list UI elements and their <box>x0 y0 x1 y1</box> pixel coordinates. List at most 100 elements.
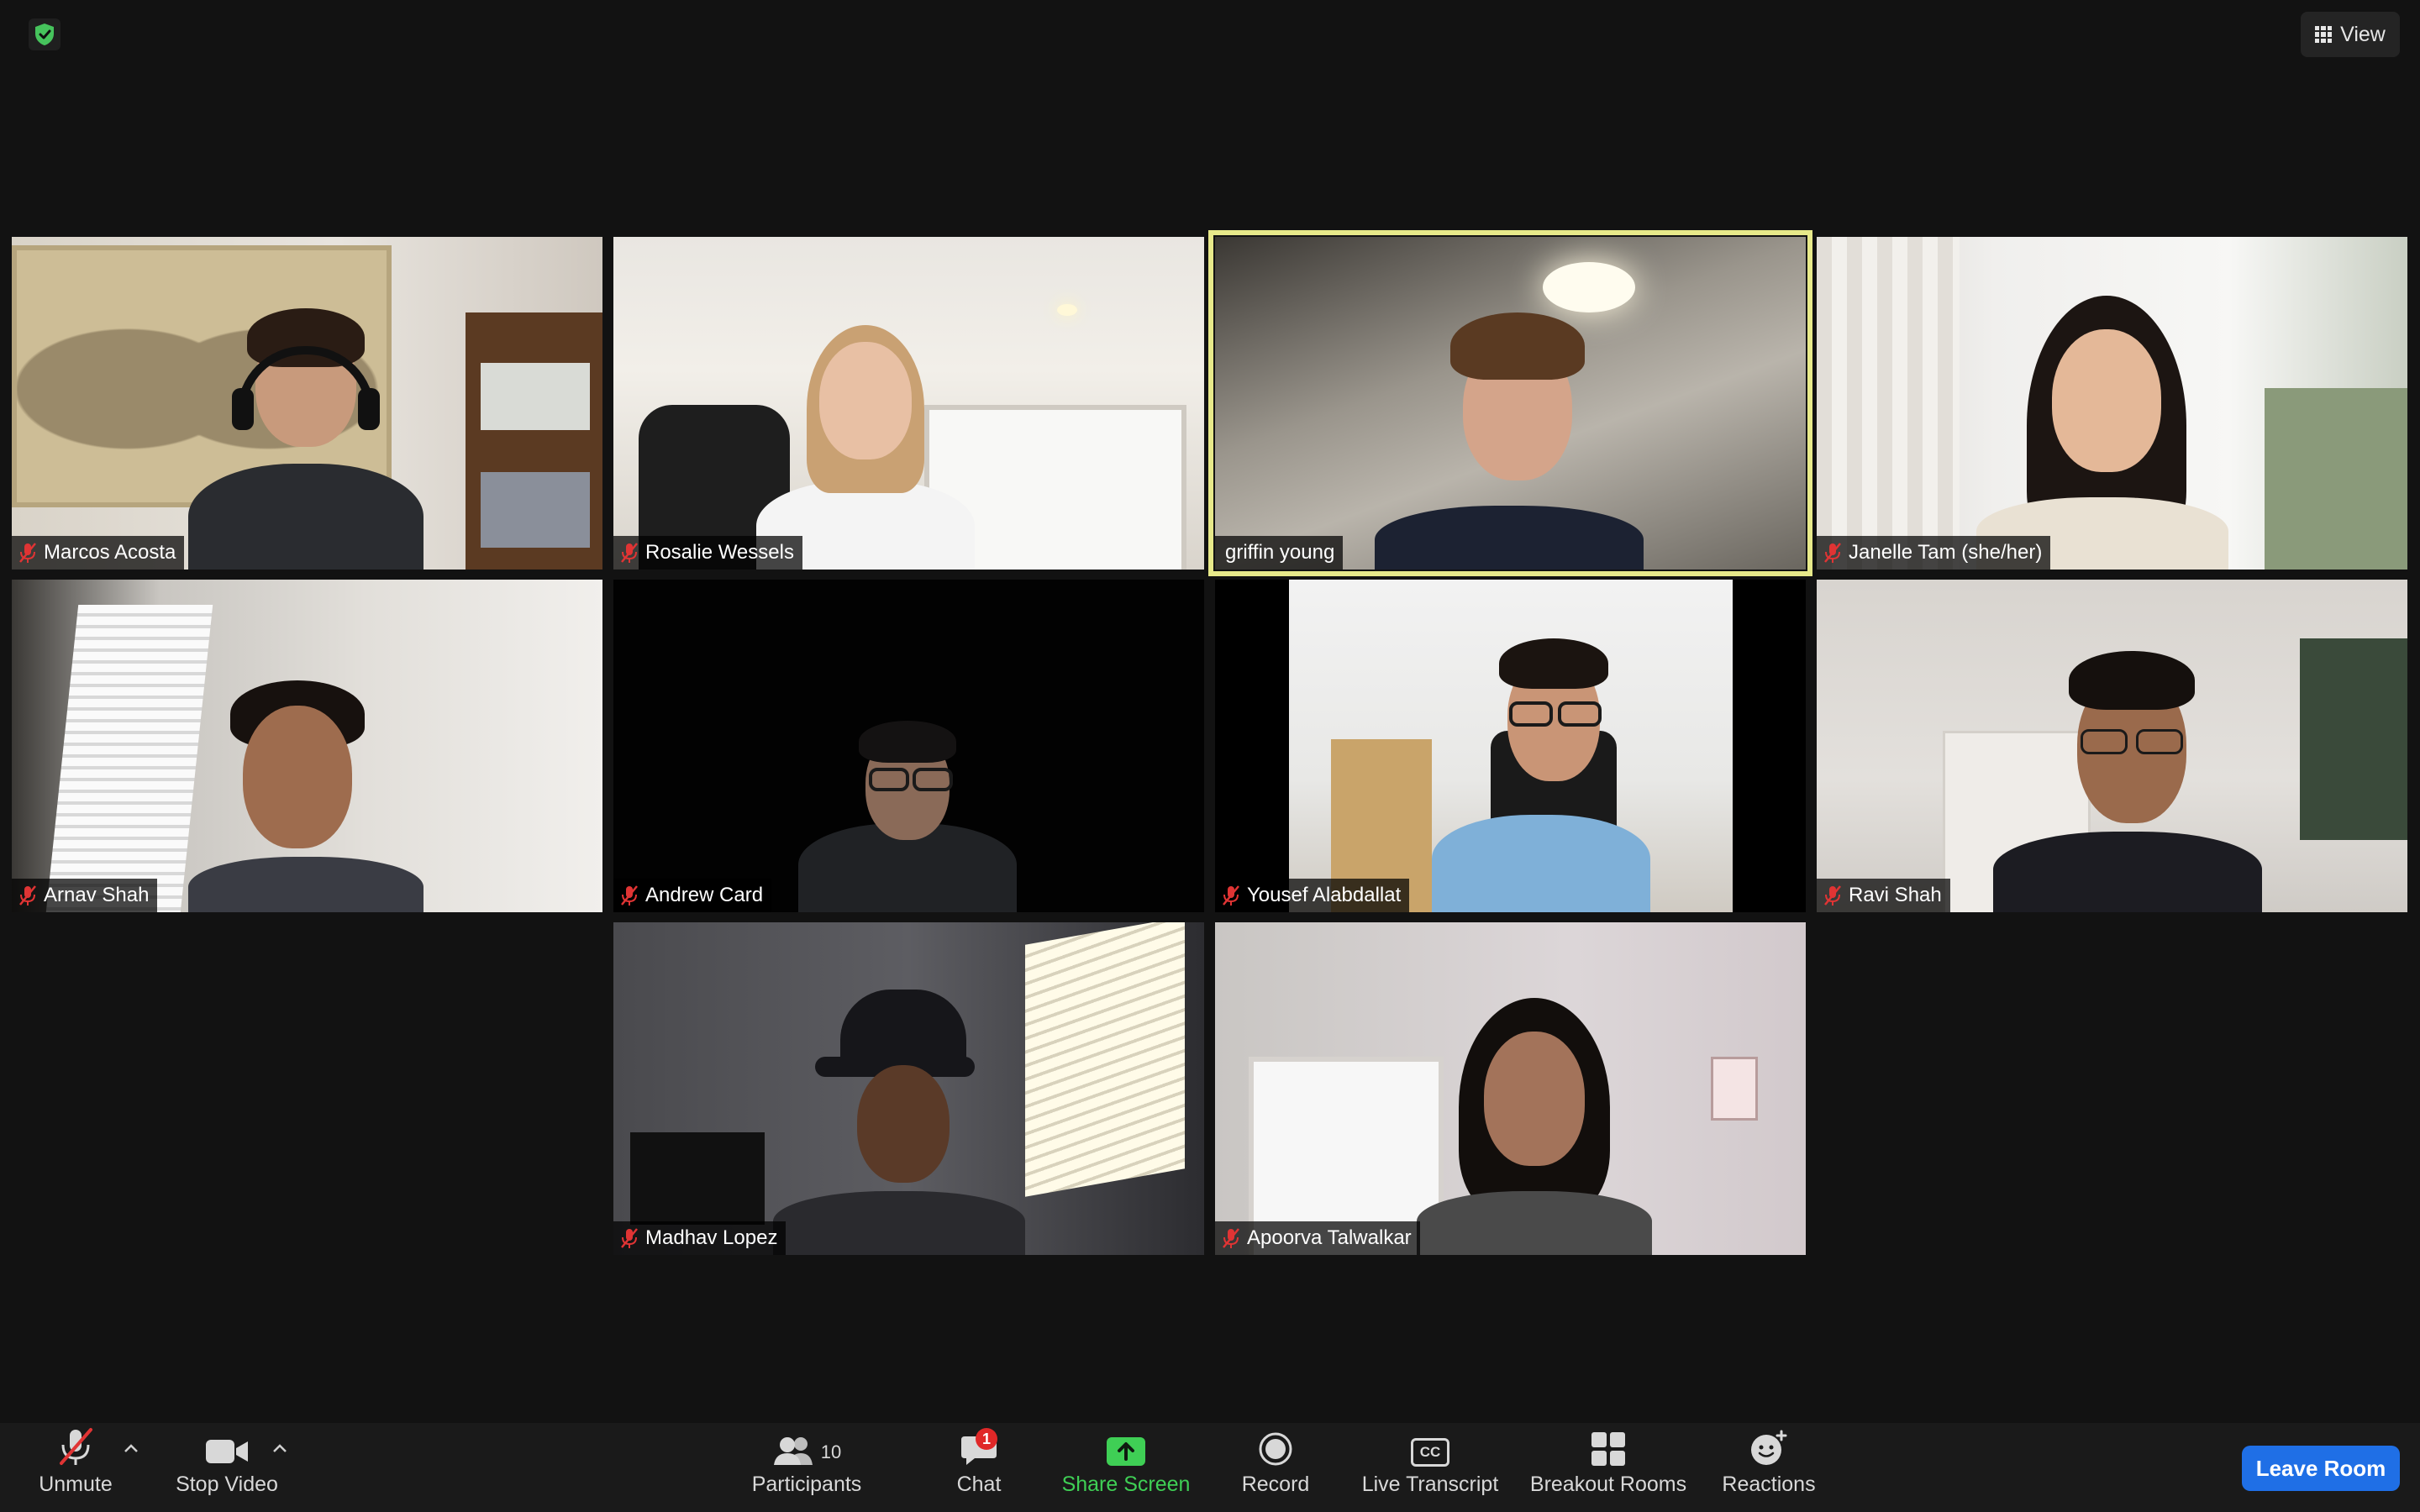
window-blinds <box>1025 922 1185 1197</box>
video-feed <box>613 237 1204 570</box>
video-tile[interactable]: Rosalie Wessels <box>613 237 1204 570</box>
participant-person <box>180 287 432 570</box>
muted-mic-icon <box>19 885 36 906</box>
participant-person <box>1400 998 1669 1255</box>
muted-mic-icon <box>19 543 36 563</box>
video-feed <box>12 237 602 570</box>
video-feed <box>613 922 1204 1255</box>
participant-person <box>1960 287 2245 570</box>
participants-icon <box>773 1437 813 1465</box>
curtain <box>1817 237 1960 570</box>
live-transcript-button[interactable]: CC Live Transcript <box>1355 1423 1506 1512</box>
nameplate: Apoorva Talwalkar <box>1215 1221 1420 1255</box>
chat-button[interactable]: 1 Chat <box>937 1423 1021 1512</box>
reactions-smiley-icon <box>1751 1430 1787 1465</box>
muted-mic-icon <box>1223 1228 1239 1248</box>
breakout-rooms-button[interactable]: Breakout Rooms <box>1528 1423 1689 1512</box>
participant-person <box>798 714 1017 912</box>
nameplate: Ravi Shah <box>1817 879 1950 912</box>
closed-caption-icon: CC <box>1411 1438 1449 1467</box>
stop-video-button[interactable]: Stop Video <box>168 1423 286 1512</box>
video-feed <box>1215 580 1806 912</box>
nameplate: Andrew Card <box>613 879 772 912</box>
video-tile[interactable]: Janelle Tam (she/her) <box>1817 237 2407 570</box>
nameplate: Marcos Acosta <box>12 536 185 570</box>
view-label: View <box>2340 22 2386 46</box>
reactions-label: Reactions <box>1722 1473 1816 1496</box>
nameplate: Arnav Shah <box>12 879 158 912</box>
nameplate: Yousef Alabdallat <box>1215 879 1410 912</box>
video-tile[interactable]: Madhav Lopez <box>613 922 1204 1255</box>
nameplate: griffin young <box>1215 536 1344 570</box>
video-tile[interactable]: Andrew Card <box>613 580 1204 912</box>
participant-name: Andrew Card <box>645 884 764 906</box>
nameplate: Madhav Lopez <box>613 1221 786 1255</box>
video-inner <box>1289 580 1733 912</box>
share-screen-button[interactable]: Share Screen <box>1055 1423 1197 1512</box>
audio-options-caret[interactable] <box>123 1440 139 1457</box>
participant-person <box>180 680 432 912</box>
video-tile[interactable]: Arnav Shah <box>12 580 602 912</box>
reactions-button[interactable]: Reactions <box>1714 1423 1823 1512</box>
participant-person <box>1366 296 1652 570</box>
participant-name: Apoorva Talwalkar <box>1247 1226 1412 1249</box>
video-tile-active-speaker[interactable]: griffin young <box>1208 230 1812 576</box>
unmute-label: Unmute <box>39 1473 113 1496</box>
participant-person <box>739 296 992 570</box>
record-icon <box>1259 1432 1292 1466</box>
share-screen-label: Share Screen <box>1061 1473 1191 1496</box>
stop-video-label: Stop Video <box>176 1473 278 1496</box>
video-tile[interactable]: Apoorva Talwalkar <box>1215 922 1806 1255</box>
video-feed <box>1215 922 1806 1255</box>
video-tile[interactable]: Yousef Alabdallat <box>1215 580 1806 912</box>
bookshelf <box>466 312 602 570</box>
video-feed <box>12 580 602 912</box>
muted-mic-icon <box>60 1428 92 1465</box>
nameplate: Rosalie Wessels <box>613 536 802 570</box>
muted-mic-icon <box>621 1228 638 1248</box>
unmute-button[interactable]: Unmute <box>25 1423 126 1512</box>
participants-count: 10 <box>820 1441 842 1462</box>
video-options-caret[interactable] <box>271 1440 288 1457</box>
participant-person <box>765 990 1034 1255</box>
grid-view-icon <box>2315 26 2333 43</box>
nameplate: Janelle Tam (she/her) <box>1817 536 2051 570</box>
muted-mic-icon <box>1223 885 1239 906</box>
chat-unread-badge: 1 <box>976 1428 997 1450</box>
security-shield-icon[interactable] <box>29 18 60 50</box>
video-feed <box>1215 237 1806 570</box>
view-button[interactable]: View <box>2301 12 2400 57</box>
picture-frame <box>630 1132 765 1225</box>
breakout-rooms-label: Breakout Rooms <box>1529 1473 1687 1496</box>
wall-poster <box>2300 638 2407 840</box>
live-transcript-label: Live Transcript <box>1361 1473 1499 1496</box>
lamp <box>1057 304 1077 316</box>
participant-name: Janelle Tam (she/her) <box>1849 541 2043 564</box>
video-tile[interactable]: Ravi Shah <box>1817 580 2407 912</box>
record-label: Record <box>1241 1473 1310 1496</box>
meeting-toolbar: Unmute Stop Video 10 Participants 1 Chat… <box>0 1423 2420 1512</box>
participant-name: griffin young <box>1225 541 1335 564</box>
participant-person <box>1985 630 2270 912</box>
window-plants <box>2265 388 2407 570</box>
breakout-rooms-icon <box>1591 1432 1625 1466</box>
leave-room-button[interactable]: Leave Room <box>2242 1446 2400 1491</box>
video-feed <box>1817 580 2407 912</box>
video-feed <box>613 580 1204 912</box>
participant-name: Marcos Acosta <box>44 541 176 564</box>
participant-name: Yousef Alabdallat <box>1247 884 1402 906</box>
wall-art <box>1711 1057 1758 1121</box>
muted-mic-icon <box>621 543 638 563</box>
participant-name: Ravi Shah <box>1849 884 1942 906</box>
video-tile[interactable]: Marcos Acosta <box>12 237 602 570</box>
muted-mic-icon <box>1824 543 1841 563</box>
participant-name: Rosalie Wessels <box>645 541 794 564</box>
video-feed <box>1817 237 2407 570</box>
participant-person <box>1415 622 1667 912</box>
participants-label: Participants <box>751 1473 862 1496</box>
record-button[interactable]: Record <box>1234 1423 1318 1512</box>
participants-button[interactable]: 10 Participants <box>739 1423 874 1512</box>
muted-mic-icon <box>1824 885 1841 906</box>
video-camera-icon <box>206 1440 248 1463</box>
share-screen-icon <box>1107 1437 1145 1466</box>
